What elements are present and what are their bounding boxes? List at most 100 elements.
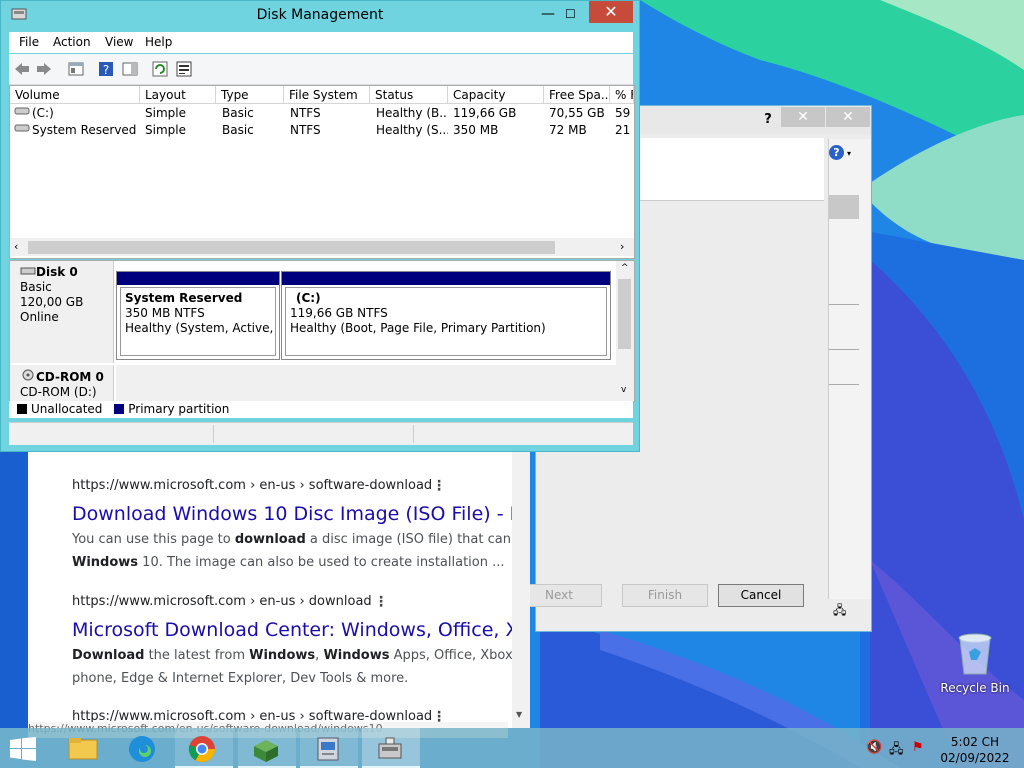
volume-list-horizontal-scrollbar[interactable]: ‹ › [10, 238, 634, 256]
wizard-close-button-2[interactable]: ✕ [826, 107, 870, 127]
volume-list: Volume Layout Type File System Status Ca… [9, 85, 635, 259]
recycle-bin[interactable]: Recycle Bin [940, 630, 1010, 702]
table-cell-volume[interactable]: (C:) [32, 105, 140, 122]
scroll-left-arrow-icon[interactable]: ‹ [14, 240, 18, 253]
svg-text:?: ? [103, 63, 109, 77]
result-2-more-icon[interactable]: ⋮ [374, 594, 388, 610]
taskbar-edge[interactable] [115, 728, 173, 768]
cdrom-icon [22, 369, 34, 381]
refresh-icon[interactable] [151, 60, 169, 78]
partition-name: System Reserved [125, 291, 243, 305]
taskbar-chrome[interactable] [175, 728, 233, 768]
primary-partition-bar [282, 272, 610, 285]
start-windows-icon[interactable] [10, 737, 36, 761]
partition-c-drive[interactable]: (C:) 119,66 GB NTFS Healthy (Boot, Page … [281, 271, 611, 360]
help-dropdown-icon[interactable]: ? ▾ [829, 145, 859, 163]
table-cell-volume[interactable]: System Reserved [32, 122, 140, 139]
column-header-volume[interactable]: Volume [10, 86, 140, 104]
wizard-cancel-button[interactable]: Cancel [718, 584, 804, 607]
partition-status: Healthy (System, Active, Prir [125, 321, 275, 335]
browser-scrollbar[interactable]: ▼ [512, 448, 530, 728]
taskbar-disk-management[interactable] [362, 728, 420, 768]
menu-help[interactable]: Help [145, 35, 172, 49]
volume-muted-icon[interactable]: 🔇 [866, 740, 882, 755]
taskbar: 🔇 🖧 ⚑ [0, 728, 1024, 768]
column-header-status[interactable]: Status [370, 86, 448, 104]
scroll-up-arrow-icon[interactable]: ^ [621, 263, 629, 273]
partition-details: (C:) 119,66 GB NTFS Healthy (Boot, Page … [285, 287, 607, 356]
menu-file[interactable]: File [19, 35, 39, 49]
cdrom-0-info[interactable]: CD-ROM 0 CD-ROM (D:) [10, 365, 114, 401]
taskbar-app-package[interactable] [238, 728, 296, 768]
back-arrow-icon[interactable] [13, 60, 31, 78]
table-cell-percent-free: 59 [615, 106, 631, 120]
disk-0-info[interactable]: Disk 0 Basic 120,00 GB Online [10, 261, 114, 363]
show-hide-console-tree-icon[interactable] [67, 60, 85, 78]
help-icon[interactable]: ? [97, 60, 115, 78]
column-header-capacity[interactable]: Capacity [448, 86, 544, 104]
result-2-url[interactable]: https://www.microsoft.com › en-us › down… [72, 594, 372, 609]
wizard-close-button[interactable]: ✕ [781, 107, 825, 127]
table-cell-file-system: NTFS [290, 123, 321, 137]
column-header-layout[interactable]: Layout [140, 86, 216, 104]
clock-time: 5:02 CH [950, 735, 1000, 749]
column-header-type[interactable]: Type [216, 86, 284, 104]
wizard-finish-button[interactable]: Finish [622, 584, 708, 607]
taskbar-computer-management[interactable] [300, 728, 358, 768]
partition-size: 119,66 GB NTFS [290, 306, 388, 320]
table-cell-capacity: 350 MB [453, 123, 499, 137]
wizard-side-pane: ? ▾ 🖧 [828, 139, 871, 617]
computer-management-icon [317, 737, 339, 761]
taskbar-clock[interactable]: 5:02 CH 02/09/2022 [935, 734, 1015, 766]
table-cell-free-space: 70,55 GB [549, 106, 605, 120]
result-1-more-icon[interactable]: ⋮ [432, 478, 446, 494]
side-pane-scroll-thumb[interactable] [829, 195, 859, 219]
properties-icon[interactable] [175, 60, 193, 78]
disk-0-type: Basic [20, 280, 52, 294]
folder-icon [68, 738, 98, 760]
menu-action[interactable]: Action [53, 35, 91, 49]
network-icon[interactable]: 🖧 [889, 740, 904, 762]
menu-view[interactable]: View [105, 35, 133, 49]
vertical-scroll-thumb[interactable] [618, 279, 631, 349]
taskbar-file-explorer[interactable] [55, 728, 113, 768]
table-cell-type: Basic [222, 123, 254, 137]
table-cell-file-system: NTFS [290, 106, 321, 120]
partition-size: 350 MB NTFS [125, 306, 205, 320]
volume-icon [14, 105, 30, 122]
forward-arrow-icon[interactable] [35, 60, 53, 78]
cdrom-0-label: CD-ROM 0 [20, 369, 113, 385]
browser-search-results: https://www.microsoft.com › en-us › soft… [28, 448, 513, 728]
column-header-free-space[interactable]: Free Spa... [544, 86, 610, 104]
close-button[interactable]: ✕ [589, 1, 633, 23]
wizard-help-button[interactable]: ? [758, 110, 778, 130]
legend-primary-partition: Primary partition [128, 402, 230, 416]
result-2-snippet-line2: phone, Edge & Internet Explorer, Dev Too… [72, 671, 409, 686]
horizontal-scroll-thumb[interactable] [28, 241, 555, 254]
primary-partition-bar [117, 272, 279, 285]
column-header-percent-free[interactable]: % F [610, 86, 634, 104]
partition-system-reserved[interactable]: System Reserved 350 MB NTFS Healthy (Sys… [116, 271, 280, 360]
result-2-title[interactable]: Microsoft Download Center: Windows, Offi… [72, 619, 513, 641]
side-pane-divider [829, 349, 859, 350]
scroll-down-arrow-icon[interactable]: v [621, 385, 626, 395]
table-cell-status: Healthy (S... [376, 123, 448, 137]
scroll-right-arrow-icon[interactable]: › [620, 240, 624, 253]
column-header-file-system[interactable]: File System [284, 86, 370, 104]
result-1-url[interactable]: https://www.microsoft.com › en-us › soft… [72, 478, 432, 493]
partition-name: (C:) [296, 291, 321, 305]
legend-swatch-primary [114, 404, 125, 414]
maximize-button[interactable]: ☐ [565, 7, 576, 21]
table-cell-type: Basic [222, 106, 254, 120]
edge-icon [129, 736, 155, 762]
action-center-flag-icon[interactable]: ⚑ [912, 740, 924, 755]
table-cell-layout: Simple [145, 106, 186, 120]
result-1-title[interactable]: Download Windows 10 Disc Image (ISO File… [72, 503, 513, 525]
graphical-view-vertical-scrollbar[interactable]: ^ v [616, 261, 634, 401]
partition-status: Healthy (Boot, Page File, Primary Partit… [290, 321, 546, 335]
result-2-snippet-line1: Download the latest from Windows, Window… [72, 648, 513, 663]
status-bar [9, 422, 633, 445]
minimize-button[interactable]: — [541, 6, 555, 22]
show-action-pane-icon[interactable] [121, 60, 139, 78]
scroll-down-arrow-icon[interactable]: ▼ [516, 710, 522, 719]
